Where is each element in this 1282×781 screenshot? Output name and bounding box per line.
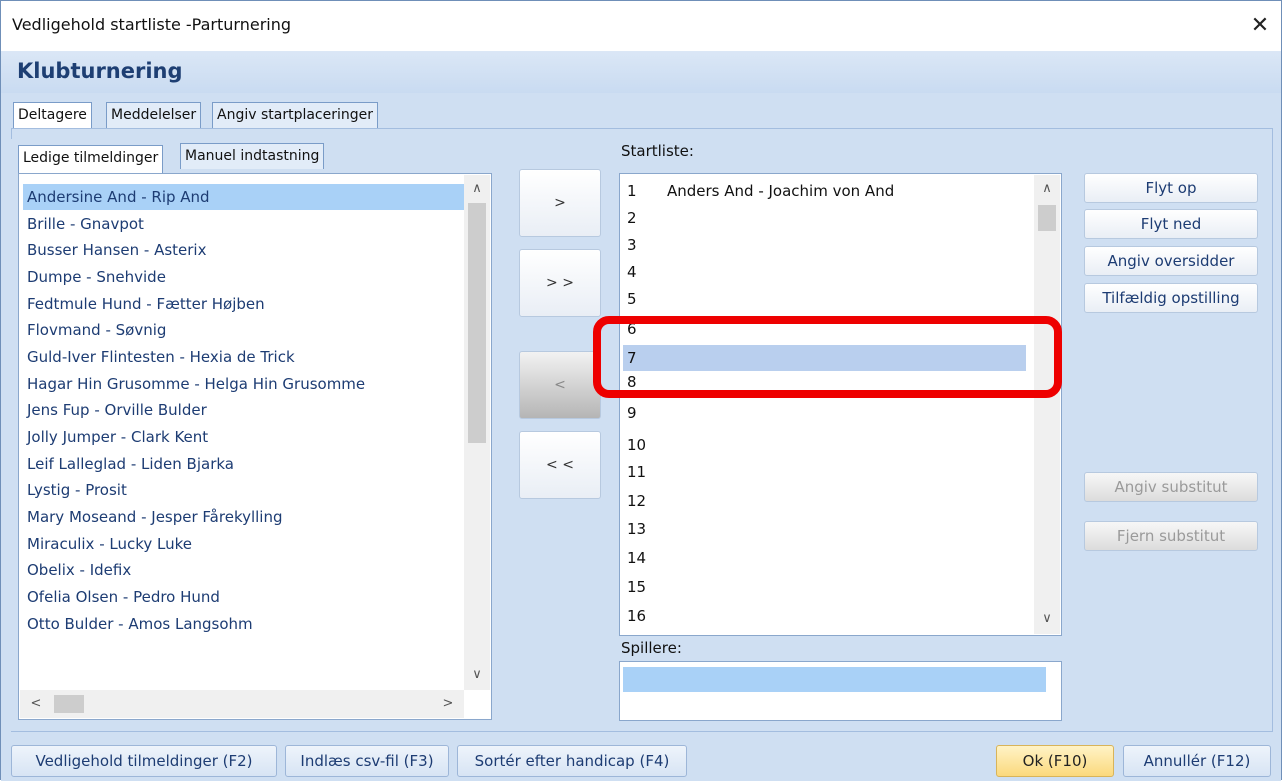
slot-number: 11	[627, 463, 647, 481]
startliste-slot[interactable]: 10	[627, 432, 646, 458]
slot-number: 3	[627, 236, 637, 254]
list-item[interactable]: Jens Fup - Orville Bulder	[27, 397, 207, 423]
tab-deltagere[interactable]: Deltagere	[13, 102, 92, 130]
startliste-slot[interactable]: 2	[627, 205, 637, 231]
list-item[interactable]: Hagar Hin Grusomme - Helga Hin Grusomme	[27, 371, 365, 397]
angiv-oversidder-button[interactable]: Angiv oversidder	[1084, 246, 1258, 276]
ok-button[interactable]: Ok (F10)	[996, 745, 1114, 777]
title-bar: Vedligehold startliste -Parturnering ✕	[1, 1, 1281, 51]
tab-angiv-startplaceringer[interactable]: Angiv startplaceringer	[212, 102, 379, 128]
remove-button[interactable]: <	[519, 351, 601, 419]
vertical-scrollbar[interactable]: ∧ ∨	[1034, 175, 1060, 634]
startliste-slot[interactable]: 13	[627, 516, 646, 542]
header-band	[1, 51, 1281, 93]
list-item[interactable]: Dumpe - Snehvide	[27, 264, 166, 290]
tab-manuel-indtastning[interactable]: Manuel indtastning	[180, 143, 325, 169]
slot-number: 14	[627, 549, 647, 567]
slot-number: 15	[627, 578, 647, 596]
startliste-slot[interactable]: 14	[627, 545, 646, 571]
sorter-handicap-button[interactable]: Sortér efter handicap (F4)	[457, 745, 687, 777]
annotation-highlight	[593, 316, 1062, 398]
spillere-selection[interactable]	[623, 667, 1046, 692]
list-item[interactable]: Guld-Iver Flintesten - Hexia de Trick	[27, 344, 295, 370]
scroll-up-icon[interactable]: ∧	[1034, 181, 1060, 196]
slot-number: 16	[627, 607, 647, 625]
add-all-button[interactable]: > >	[519, 249, 601, 317]
scroll-down-icon[interactable]: ∨	[464, 667, 490, 682]
annuller-button[interactable]: Annullér (F12)	[1123, 745, 1271, 777]
add-button[interactable]: >	[519, 169, 601, 237]
indlaes-csv-button[interactable]: Indlæs csv-fil (F3)	[285, 745, 449, 777]
remove-all-button[interactable]: < <	[519, 431, 601, 499]
flyt-op-button[interactable]: Flyt op	[1084, 173, 1258, 203]
scroll-thumb[interactable]	[54, 695, 84, 713]
list-item[interactable]: Andersine And - Rip And	[23, 184, 475, 210]
scroll-left-icon[interactable]: <	[28, 696, 44, 711]
fjern-substitut-button[interactable]: Fjern substitut	[1084, 521, 1258, 551]
slot-number: 5	[627, 290, 637, 308]
list-item[interactable]: Obelix - Idefix	[27, 557, 131, 583]
scroll-up-icon[interactable]: ∧	[464, 181, 490, 196]
list-item[interactable]: Mary Moseand - Jesper Fårekylling	[27, 504, 283, 530]
horizontal-scrollbar[interactable]: < >	[20, 690, 464, 718]
list-item[interactable]: Flovmand - Søvnig	[27, 317, 166, 343]
flyt-ned-button[interactable]: Flyt ned	[1084, 209, 1258, 239]
tab-ledige-tilmeldinger[interactable]: Ledige tilmeldinger	[18, 145, 164, 173]
slot-number: 12	[627, 492, 647, 510]
scroll-down-icon[interactable]: ∨	[1034, 611, 1060, 626]
list-item[interactable]: Busser Hansen - Asterix	[27, 237, 206, 263]
slot-number: 13	[627, 520, 647, 538]
window-title: Vedligehold startliste -Parturnering	[12, 15, 292, 34]
scroll-right-icon[interactable]: >	[440, 696, 456, 711]
list-item[interactable]: Lystig - Prosit	[27, 477, 127, 503]
slot-number: 4	[627, 263, 637, 281]
list-item[interactable]: Fedtmule Hund - Fætter Højben	[27, 291, 265, 317]
spillere-label: Spillere:	[621, 639, 682, 657]
startliste-list[interactable]: 1 Anders And - Joachim von And 2 3 4 5 6 …	[619, 173, 1062, 636]
scroll-thumb[interactable]	[1038, 205, 1056, 231]
list-item[interactable]: Otto Bulder - Amos Langsohm	[27, 611, 253, 637]
startliste-slot[interactable]: 16	[627, 603, 646, 629]
slot-number: 9	[627, 404, 637, 422]
vertical-scrollbar[interactable]: ∧ ∨	[464, 175, 490, 690]
list-item[interactable]: Jolly Jumper - Clark Kent	[27, 424, 208, 450]
slot-number: 1	[627, 182, 637, 200]
dialog-window: Vedligehold startliste -Parturnering ✕ K…	[0, 0, 1282, 781]
list-item[interactable]: Miraculix - Lucky Luke	[27, 531, 192, 557]
vedligehold-tilmeldinger-button[interactable]: Vedligehold tilmeldinger (F2)	[11, 745, 277, 777]
scroll-thumb[interactable]	[468, 203, 486, 443]
startliste-slot[interactable]: 12	[627, 488, 646, 514]
tilfaeldig-opstilling-button[interactable]: Tilfældig opstilling	[1084, 283, 1258, 313]
startliste-slot[interactable]: 3	[627, 232, 637, 258]
list-item[interactable]: Leif Lalleglad - Liden Bjarka	[27, 451, 234, 477]
page-title: Klubturnering	[17, 59, 183, 83]
slot-number: 2	[627, 209, 637, 227]
list-item[interactable]: Ofelia Olsen - Pedro Hund	[27, 584, 220, 610]
startliste-slot[interactable]: 11	[627, 459, 646, 485]
close-icon[interactable]: ✕	[1243, 9, 1277, 43]
startliste-slot[interactable]: 5	[627, 286, 637, 312]
startliste-slot[interactable]: 15	[627, 574, 646, 600]
angiv-substitut-button[interactable]: Angiv substitut	[1084, 472, 1258, 502]
slot-name: Anders And - Joachim von And	[667, 182, 895, 200]
startliste-label: Startliste:	[621, 142, 694, 160]
startliste-slot[interactable]: 1 Anders And - Joachim von And	[627, 178, 894, 204]
available-list[interactable]: Andersine And - Rip And Brille - Gnavpot…	[18, 173, 492, 720]
slot-number: 10	[627, 436, 647, 454]
spillere-list[interactable]	[619, 661, 1062, 721]
tab-meddelelser[interactable]: Meddelelser	[106, 102, 202, 128]
startliste-slot[interactable]: 4	[627, 259, 637, 285]
list-item[interactable]: Brille - Gnavpot	[27, 211, 144, 237]
startliste-slot[interactable]: 9	[627, 400, 637, 426]
